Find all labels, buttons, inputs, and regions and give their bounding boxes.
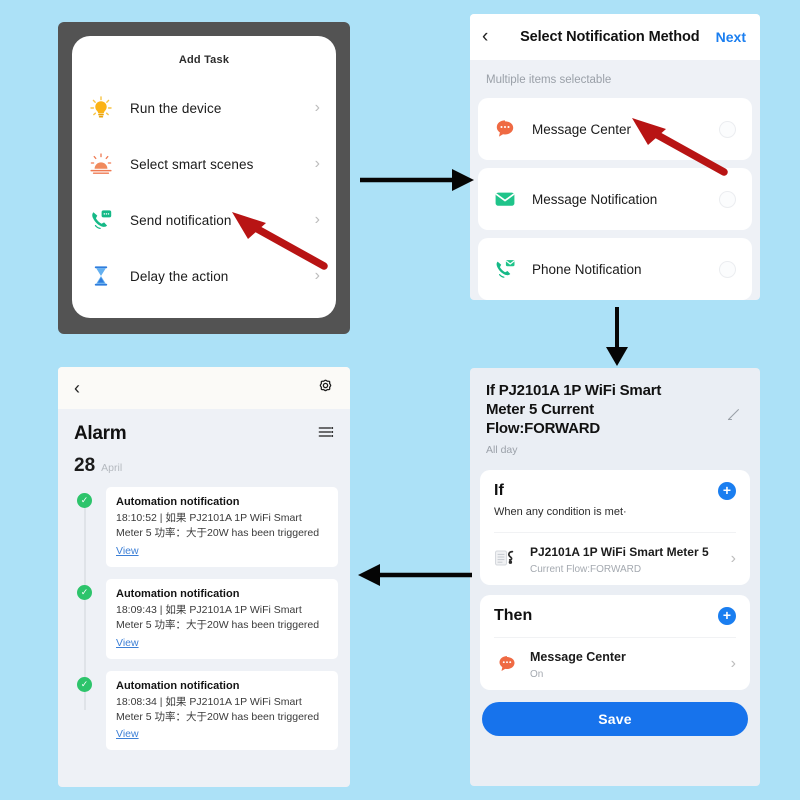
task-label: Run the device <box>130 100 222 116</box>
radio-unselected-icon[interactable] <box>719 190 736 208</box>
check-circle-icon: ✓ <box>77 584 92 600</box>
phone-message-icon <box>86 205 116 235</box>
notification-card[interactable]: Automation notification 18:10:52 | 如果 PJ… <box>106 487 338 567</box>
notification-body: 18:09:43 | 如果 PJ2101A 1P WiFi Smart Mete… <box>116 603 320 631</box>
arrow-notify-method-to-automation <box>606 307 628 366</box>
then-keyword: Then <box>494 606 533 624</box>
filter-list-icon[interactable] <box>318 425 334 444</box>
list-item[interactable]: ✓ Automation notification 18:10:52 | 如果 … <box>70 487 338 567</box>
view-link[interactable]: View <box>116 545 139 557</box>
action-item-name: Message Center <box>530 649 626 664</box>
multiple-items-hint: Multiple items selectable <box>486 74 612 86</box>
view-link[interactable]: View <box>116 637 139 649</box>
back-icon[interactable]: ‹ <box>482 26 504 48</box>
automation-title: If PJ2101A 1P WiFi Smart Meter 5 Current… <box>486 382 662 437</box>
check-circle-icon: ✓ <box>77 493 92 508</box>
speech-bubble-icon <box>492 116 518 142</box>
notification-body: 18:10:52 | 如果 PJ2101A 1P WiFi Smart Mete… <box>116 512 320 539</box>
alarm-panel: ‹ Alarm 28 April ✓ Automation notificati… <box>58 367 350 787</box>
notification-method-label: Message Notification <box>532 191 658 207</box>
view-link[interactable]: View <box>116 728 139 740</box>
chevron-right-icon: › <box>314 99 320 116</box>
chevron-right-icon: › <box>314 155 320 172</box>
add-task-phone-panel: Add Task Run the device › Select smart s… <box>58 22 350 334</box>
then-card-header: Then + <box>494 606 736 625</box>
callout-message-center <box>632 118 728 176</box>
notification-card[interactable]: Automation notification 18:09:43 | 如果 PJ… <box>106 578 338 659</box>
list-item[interactable]: ✓ Automation notification 18:09:43 | 如果 … <box>70 578 338 659</box>
callout-send-notification <box>232 212 328 270</box>
list-item[interactable]: ✓ Automation notification 18:08:34 | 如果 … <box>70 670 338 751</box>
automation-header: If PJ2101A 1P WiFi Smart Meter 5 Current… <box>470 368 760 464</box>
condition-item-sub: Current Flow:FORWARD <box>530 563 642 575</box>
speech-bubble-icon <box>494 653 520 675</box>
add-action-button[interactable]: + <box>718 606 736 625</box>
task-row-select-smart-scenes[interactable]: Select smart scenes › <box>72 136 336 192</box>
lightbulb-icon <box>86 93 116 123</box>
alarm-date-day: 28 <box>74 455 96 476</box>
hourglass-icon <box>86 261 116 291</box>
task-label: Select smart scenes <box>130 156 254 172</box>
if-card-header: If + <box>494 481 736 500</box>
phone-envelope-icon <box>492 256 518 282</box>
chevron-right-icon: › <box>730 654 736 672</box>
alarm-titlebar: Alarm <box>58 409 350 447</box>
screenshot-root: Add Task Run the device › Select smart s… <box>0 0 800 800</box>
check-circle-icon: ✓ <box>77 676 92 692</box>
gear-icon[interactable] <box>317 377 334 399</box>
notification-title: Automation notification <box>116 587 240 600</box>
action-item-text: Message Center On <box>530 648 731 680</box>
then-action-card: Then + Message Center On › <box>480 594 750 690</box>
arrow-add-task-to-notify-method <box>360 169 474 191</box>
save-button[interactable]: Save <box>482 701 748 736</box>
automation-detail-panel: If PJ2101A 1P WiFi Smart Meter 5 Current… <box>470 368 760 786</box>
task-row-run-the-device[interactable]: Run the device › <box>72 80 336 136</box>
notification-method-header: ‹ Select Notification Method Next <box>470 14 760 60</box>
pencil-icon[interactable] <box>726 406 742 422</box>
chevron-right-icon: › <box>730 549 736 567</box>
page-title: Select Notification Method <box>520 29 700 45</box>
envelope-icon <box>492 186 518 212</box>
add-condition-button[interactable]: + <box>718 481 736 500</box>
action-item-row[interactable]: Message Center On › <box>494 636 736 680</box>
sunrise-scene-icon <box>86 149 116 179</box>
alarm-header: ‹ <box>58 367 350 409</box>
notification-card[interactable]: Automation notification 18:08:34 | 如果 PJ… <box>106 670 338 751</box>
notification-title: Automation notification <box>116 496 240 508</box>
condition-item-row[interactable]: PJ2101A 1P WiFi Smart Meter 5 Current Fl… <box>494 531 736 575</box>
alarm-date: 28 April <box>58 447 350 479</box>
back-icon[interactable]: ‹ <box>74 378 80 399</box>
action-item-sub: On <box>530 668 544 680</box>
add-task-title: Add Task <box>178 54 230 66</box>
notification-title: Automation notification <box>116 679 240 692</box>
notification-body: 18:08:34 | 如果 PJ2101A 1P WiFi Smart Mete… <box>116 695 320 723</box>
condition-item-name: PJ2101A 1P WiFi Smart Meter 5 <box>530 544 709 559</box>
condition-mode-text: When any condition is met· <box>494 505 627 518</box>
notification-method-label: Phone Notification <box>532 261 642 277</box>
alarm-notification-list: ✓ Automation notification 18:10:52 | 如果 … <box>58 479 350 751</box>
if-keyword: If <box>494 481 504 499</box>
next-button[interactable]: Next <box>716 29 746 45</box>
page-title: Alarm <box>74 423 127 444</box>
smart-meter-icon <box>494 548 520 570</box>
if-condition-card: If + When any condition is met· PJ2101A … <box>480 469 750 585</box>
radio-unselected-icon[interactable] <box>719 260 736 278</box>
arrow-automation-to-alarm <box>358 564 472 586</box>
notification-method-phone-notification[interactable]: Phone Notification <box>478 238 752 300</box>
condition-item-text: PJ2101A 1P WiFi Smart Meter 5 Current Fl… <box>530 543 731 575</box>
automation-schedule: All day <box>486 443 518 456</box>
add-task-card: Add Task Run the device › Select smart s… <box>72 36 336 318</box>
alarm-date-month: April <box>101 462 123 474</box>
